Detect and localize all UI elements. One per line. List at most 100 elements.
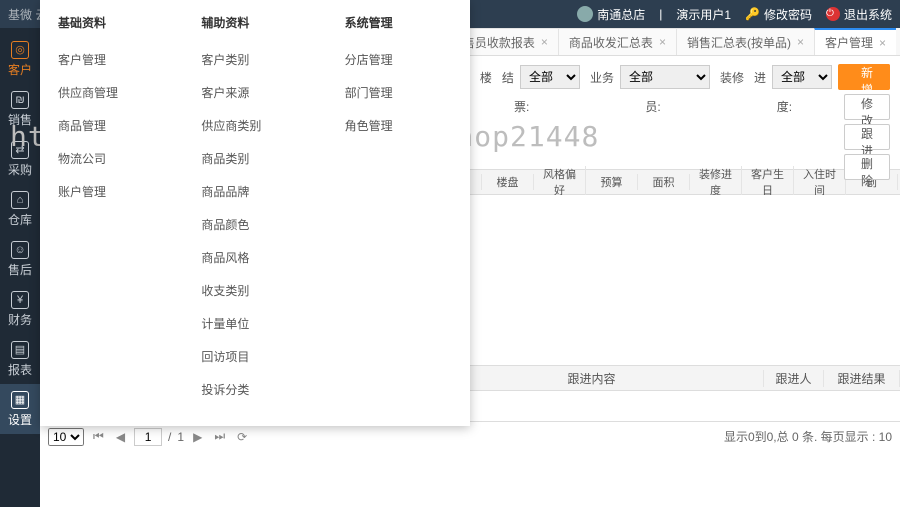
sidebar-label: 仓库 [8,211,32,228]
dropdown-item[interactable]: 商品管理 [58,109,165,142]
dropdown-item[interactable]: 客户类别 [201,43,308,76]
filter-label: 员: [645,98,660,115]
sub-col: 跟进内容 [420,370,764,387]
sidebar-icon: ¥ [11,291,29,309]
sidebar-label: 客户 [8,61,32,78]
filter-label: 度: [777,98,792,115]
dropdown-item[interactable]: 商品风格 [201,241,308,274]
sidebar-icon: ₪ [11,91,29,109]
grid-col: 楼盘 [482,174,534,190]
sidebar-item-设置[interactable]: ▦ 设置 [0,384,40,434]
close-icon[interactable]: × [797,35,804,49]
sidebar-label: 报表 [8,361,32,378]
dropdown-item[interactable]: 供应商管理 [58,76,165,109]
grid-col: 客户生日 [742,166,794,198]
dropdown-item[interactable]: 部门管理 [345,76,452,109]
current-user[interactable]: 演示用户1 [676,6,731,23]
filter-label: 业务 [590,69,614,86]
sidebar-icon: ⇄ [11,141,29,159]
dropdown-item[interactable]: 投诉分类 [201,373,308,406]
page-sep: / [168,430,171,444]
dropdown-item[interactable]: 物流公司 [58,142,165,175]
sidebar-label: 财务 [8,311,32,328]
dropdown-item[interactable]: 收支类别 [201,274,308,307]
sidebar-label: 售后 [8,261,32,278]
dropdown-item[interactable]: 账户管理 [58,175,165,208]
prev-page-icon[interactable]: ◀ [113,430,128,444]
next-page-icon[interactable]: ▶ [190,430,205,444]
new-button[interactable]: 新增 [844,64,890,90]
tab-label: 销售汇总表(按单品) [687,34,791,51]
dropdown-item[interactable]: 供应商类别 [201,109,308,142]
key-icon: 🔑 [745,7,760,21]
sidebar-item-仓库[interactable]: ⌂ 仓库 [0,184,40,234]
dropdown-item[interactable]: 客户来源 [201,76,308,109]
page-size-select[interactable]: 10 [48,428,84,446]
delete-button[interactable]: 删除 [844,154,890,180]
filter-label: 结 [502,69,514,86]
sidebar-item-销售[interactable]: ₪ 销售 [0,84,40,134]
sidebar-icon: ▦ [11,391,29,409]
sub-col: 跟进人 [764,370,824,387]
tab-销售汇总表(按单品)[interactable]: 销售汇总表(按单品) × [676,28,814,55]
close-icon[interactable]: × [541,35,548,49]
dropdown-col: 基础资料客户管理供应商管理商品管理物流公司账户管理 [40,14,183,406]
page-input[interactable] [134,428,162,446]
sidebar-item-售后[interactable]: ☺ 售后 [0,234,40,284]
dropdown-item[interactable]: 计量单位 [201,307,308,340]
sidebar-label: 设置 [8,411,32,428]
sidebar-item-报表[interactable]: ▤报表 [0,334,40,384]
topbar-right: 南通总店 | 演示用户1 🔑修改密码 ⏻退出系统 [577,6,892,23]
sidebar-item-财务[interactable]: ¥ 财务 [0,284,40,334]
dropdown-col-title: 系统管理 [345,14,452,31]
dropdown-item[interactable]: 角色管理 [345,109,452,142]
avatar-icon [577,6,593,22]
filter-label: 装修 [720,69,744,86]
filter-select-3[interactable]: 全部 [772,65,832,89]
dropdown-item[interactable]: 商品品牌 [201,175,308,208]
sidebar-icon: ◎ [11,41,29,59]
close-icon[interactable]: × [659,35,666,49]
tab-客户管理[interactable]: 客户管理 × [814,28,896,55]
sidebar-icon: ⌂ [11,191,29,209]
grid-col: 装修进度 [690,166,742,198]
sep: | [659,7,662,21]
settings-dropdown: 基础资料客户管理供应商管理商品管理物流公司账户管理辅助资料客户类别客户来源供应商… [40,0,470,426]
filter-label: 楼 [480,69,492,86]
sidebar-item-客户[interactable]: ◎ 客户 [0,34,40,84]
refresh-icon[interactable]: ⟳ [234,430,250,444]
sidebar-label: 采购 [8,161,32,178]
filter-select-1[interactable]: 全部 [520,65,580,89]
dropdown-col: 系统管理分店管理部门管理角色管理 [327,14,470,406]
filter-select-2[interactable]: 全部 [620,65,710,89]
grid-col: 预算 [586,174,638,190]
pager-info: 显示0到0,总 0 条. 每页显示 : 10 [724,428,892,445]
dropdown-col-title: 辅助资料 [201,14,308,31]
dropdown-item[interactable]: 商品颜色 [201,208,308,241]
first-page-icon[interactable]: ⏮ [90,429,107,444]
dropdown-item[interactable]: 商品类别 [201,142,308,175]
sidebar-item-采购[interactable]: ⇄ 采购 [0,134,40,184]
tab-商品收发汇总表[interactable]: 商品收发汇总表× [558,28,676,55]
sidebar: ◎ 客户 ₪ 销售 ⇄ 采购 ⌂ 仓库 ☺ 售后 ¥ 财务 ▤报表 ▦ 设置 [0,28,40,507]
follow-button[interactable]: 跟进 [844,124,890,150]
dropdown-item[interactable]: 回访项目 [201,340,308,373]
dropdown-item[interactable]: 客户管理 [58,43,165,76]
change-password[interactable]: 🔑修改密码 [745,6,812,23]
sidebar-label: 销售 [8,111,32,128]
store-switcher[interactable]: 南通总店 [577,6,645,23]
dropdown-item[interactable]: 分店管理 [345,43,452,76]
logout[interactable]: ⏻退出系统 [826,6,892,23]
sub-col: 跟进结果 [824,370,900,387]
dropdown-col: 辅助资料客户类别客户来源供应商类别商品类别商品品牌商品颜色商品风格收支类别计量单… [183,14,326,406]
sidebar-icon: ☺ [11,241,29,259]
dropdown-col-title: 基础资料 [58,14,165,31]
tab-label: 客户管理 [825,34,873,51]
last-page-icon[interactable]: ⏭ [211,429,228,444]
grid-col: 入住时间 [794,166,846,198]
edit-button[interactable]: 修改 [844,94,890,120]
page-total: 1 [177,430,184,444]
filter-label: 进 [754,69,766,86]
close-icon[interactable]: × [879,36,886,50]
grid-col: 面积 [638,174,690,190]
